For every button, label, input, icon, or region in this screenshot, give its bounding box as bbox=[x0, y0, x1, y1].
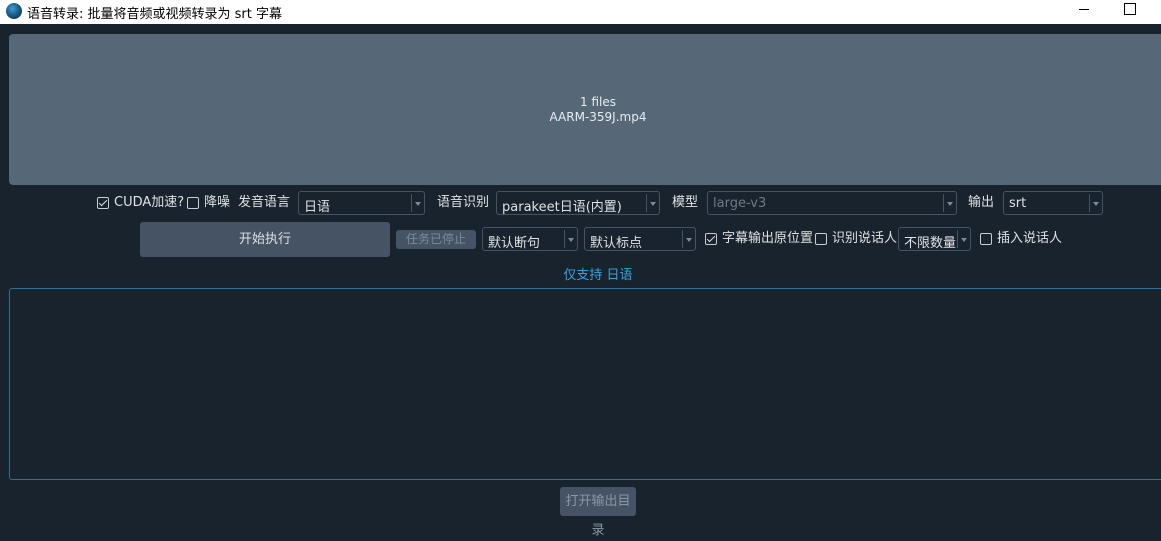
insert-speaker-label: 插入说话人 bbox=[997, 231, 1063, 246]
maximize-button[interactable] bbox=[1107, 0, 1153, 24]
file-drop-zone[interactable]: 1 files AARM-359J.mp4 bbox=[9, 34, 1161, 185]
language-select[interactable]: 日语 bbox=[298, 191, 425, 215]
asr-label: 语音识别 bbox=[437, 195, 490, 210]
chevron-down-icon bbox=[650, 202, 656, 206]
insert-speaker-checkbox[interactable] bbox=[980, 233, 992, 245]
file-name: AARM-359J.mp4 bbox=[549, 110, 647, 124]
window-title: 语音转录: 批量将音频或视频转录为 srt 字幕 bbox=[27, 7, 282, 22]
log-output-area[interactable] bbox=[9, 288, 1161, 480]
punctuation-value: 默认标点 bbox=[590, 236, 643, 251]
cuda-label: CUDA加速? bbox=[114, 195, 185, 210]
file-count: 1 files bbox=[580, 95, 616, 109]
subtitle-original-location-label: 字幕输出原位置 bbox=[722, 231, 814, 246]
cuda-checkbox[interactable] bbox=[97, 197, 109, 209]
title-bar: 语音转录: 批量将音频或视频转录为 srt 字幕 bbox=[0, 0, 1161, 24]
chevron-down-icon bbox=[415, 202, 421, 206]
speaker-count-select[interactable]: 不限数量 bbox=[898, 227, 971, 251]
model-label: 模型 bbox=[672, 195, 699, 210]
punctuation-select[interactable]: 默认标点 bbox=[584, 227, 696, 251]
chevron-down-icon bbox=[568, 238, 574, 242]
asr-select-value: parakeet日语(内置) bbox=[502, 200, 622, 215]
chevron-down-icon bbox=[686, 238, 692, 242]
chevron-down-icon bbox=[1093, 202, 1099, 206]
speaker-recognition-label: 识别说话人 bbox=[832, 231, 898, 246]
denoise-label: 降噪 bbox=[204, 195, 231, 210]
chevron-down-icon bbox=[961, 238, 967, 242]
sentence-split-select[interactable]: 默认断句 bbox=[482, 227, 578, 251]
language-support-hint: 仅支持 日语 bbox=[563, 268, 633, 283]
denoise-checkbox[interactable] bbox=[187, 197, 199, 209]
sentence-split-value: 默认断句 bbox=[488, 236, 541, 251]
asr-select[interactable]: parakeet日语(内置) bbox=[496, 191, 660, 215]
task-stopped-button[interactable]: 任务已停止 bbox=[396, 230, 476, 249]
output-format-value: srt bbox=[1009, 196, 1027, 211]
chevron-down-icon bbox=[947, 202, 953, 206]
speaker-recognition-checkbox[interactable] bbox=[815, 233, 827, 245]
output-format-select[interactable]: srt bbox=[1003, 191, 1103, 215]
subtitle-original-location-checkbox[interactable] bbox=[705, 233, 717, 245]
minimize-button[interactable] bbox=[1061, 0, 1107, 24]
language-select-value: 日语 bbox=[304, 200, 331, 215]
model-select-value: large-v3 bbox=[713, 196, 767, 211]
app-globe-icon bbox=[6, 3, 22, 19]
model-select[interactable]: large-v3 bbox=[707, 191, 957, 215]
speaker-count-value: 不限数量 bbox=[904, 236, 957, 251]
output-label: 输出 bbox=[968, 195, 995, 210]
open-output-dir-button[interactable]: 打开输出目录 bbox=[560, 487, 636, 538]
language-label: 发音语言 bbox=[238, 195, 291, 210]
start-button[interactable]: 开始执行 bbox=[140, 222, 390, 257]
